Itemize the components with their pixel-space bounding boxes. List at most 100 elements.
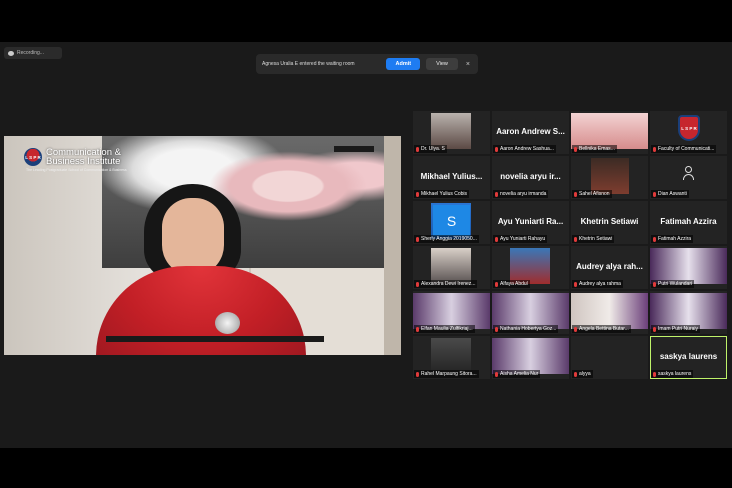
participant-display-name: novelia aryu ir... (500, 172, 561, 181)
participant-tile[interactable]: Angela Bettina Butar... (571, 291, 648, 334)
participant-tile[interactable]: Nathania Hobertya Goz... (492, 291, 569, 334)
participant-name: Elfan Maulia Zulfikriaj... (421, 326, 473, 332)
participant-name: Sahel Afisnon (579, 191, 610, 197)
participant-tile[interactable]: novelia aryu ir... novelia aryu irmanda (492, 156, 569, 199)
participant-tile[interactable]: Alexandra Dewi Irenez... (413, 246, 490, 289)
gallery-grid: Dr. Ulya. S Aaron Andrew S... Aaron Andrew… (413, 111, 730, 379)
participant-display-name: Ayu Yuniarti Ra... (497, 217, 564, 226)
muted-mic-icon (653, 146, 656, 152)
participant-tile[interactable]: Imam Putri Nuraiy (650, 291, 727, 334)
muted-mic-icon (416, 281, 419, 287)
participant-name: Fatimah Azzira (658, 236, 692, 242)
speaker-face (162, 198, 224, 276)
participant-name: Audrey alya rahma (579, 281, 621, 287)
participant-video (492, 293, 569, 329)
participant-name-label: Ayu Yuniarti Rahayu (493, 235, 548, 243)
participant-tile[interactable]: Alfaya Abdul (492, 246, 569, 289)
participant-name: Dian Aswanti (658, 191, 687, 197)
waiting-room-notification: Agnesa Uralia E entered the waiting room… (256, 54, 478, 74)
muted-mic-icon (574, 281, 577, 287)
participant-display-name: Mikhael Yulius... (420, 172, 483, 181)
muted-mic-icon (495, 191, 498, 197)
recording-indicator[interactable]: Recording... (4, 47, 62, 59)
participant-name-label: Mikhael Yulius Cobis (414, 190, 470, 198)
muted-mic-icon (416, 326, 419, 332)
muted-mic-icon (653, 326, 656, 332)
participant-name-label: Sahel Afisnon (572, 190, 612, 198)
lspr-logo: L S P R Communication & Business Institu… (24, 148, 121, 166)
participant-video (413, 293, 490, 329)
participant-name: alyya (579, 371, 591, 377)
participant-tile[interactable]: Elfan Maulia Zulfikriaj... (413, 291, 490, 334)
muted-mic-icon (495, 236, 498, 242)
participant-tile[interactable]: Dian Aswanti (650, 156, 727, 199)
participant-name: Angela Bettina Butar... (579, 326, 629, 332)
muted-mic-icon (653, 236, 656, 242)
participant-display-name: Audrey alya rah... (576, 262, 643, 271)
participant-name-label: Audrey alya rahma (572, 280, 623, 288)
participant-tile[interactable]: Putri Wulandari (650, 246, 727, 289)
muted-mic-icon (495, 281, 498, 287)
participant-name-label: saskya laurens (651, 370, 694, 378)
muted-mic-icon (653, 371, 656, 377)
muted-mic-icon (574, 191, 577, 197)
muted-mic-icon (495, 146, 498, 152)
participant-name: Mikhael Yulius Cobis (421, 191, 468, 197)
participant-name: Ayu Yuniarti Rahayu (500, 236, 546, 242)
redaction-bar (334, 146, 374, 152)
participant-name-label: Elfan Maulia Zulfikriaj... (414, 325, 475, 333)
participant-name: Faculty of Communicati... (658, 146, 715, 152)
muted-mic-icon (653, 191, 656, 197)
participant-tile[interactable]: Audrey alya rah... Audrey alya rahma (571, 246, 648, 289)
participant-name: Aaron Andrew Sashua... (500, 146, 554, 152)
speaker-brooch (215, 312, 240, 334)
participant-tile[interactable]: Sahel Afisnon (571, 156, 648, 199)
close-icon[interactable]: × (464, 61, 472, 68)
muted-mic-icon (495, 326, 498, 332)
participant-tile[interactable]: Rahel Marpaung Sitora... (413, 336, 490, 379)
person-avatar-icon (683, 166, 694, 180)
participant-tile[interactable]: Mikhael Yulius... Mikhael Yulius Cobis (413, 156, 490, 199)
participant-name-label: Imam Putri Nuraiy (651, 325, 701, 333)
muted-mic-icon (574, 236, 577, 242)
participant-tile[interactable]: alyya (571, 336, 648, 379)
muted-mic-icon (653, 281, 656, 287)
main-speaker-video[interactable]: L S P R Communication & Business Institu… (4, 136, 401, 355)
logo-line-2: Business Institute (46, 156, 121, 167)
participant-tile[interactable]: Fatimah Azzira Fatimah Azzira (650, 201, 727, 244)
muted-mic-icon (574, 371, 577, 377)
participant-name: Putri Wulandari (658, 281, 693, 287)
admit-button[interactable]: Admit (386, 58, 421, 70)
participant-video (591, 158, 629, 194)
participant-name: Dr. Ulya. S (421, 146, 445, 152)
participant-tile[interactable]: Aaron Andrew S... Aaron Andrew Sashua... (492, 111, 569, 154)
participant-tile[interactable]: L S P R Faculty of Communicati... (650, 111, 727, 154)
participant-name-label: Dr. Ulya. S (414, 145, 447, 153)
participant-tile[interactable]: Aisha Amelia Nur (492, 336, 569, 379)
participant-name: Imam Putri Nuraiy (658, 326, 699, 332)
lspr-shield-icon: L S P R (24, 148, 42, 166)
participant-name: Bellnika Emas... (579, 146, 615, 152)
participant-display-name: saskya laurens (659, 352, 718, 361)
logo-wordmark: Communication & Business Institute (46, 148, 121, 167)
participant-tile[interactable]: Bellnika Emas... (571, 111, 648, 154)
redaction-bar (106, 336, 324, 342)
participant-name-label: Bellnika Emas... (572, 145, 617, 153)
lspr-shield-icon: L S P R (678, 115, 700, 141)
participant-tile[interactable]: Ayu Yuniarti Ra... Ayu Yuniarti Rahayu (492, 201, 569, 244)
participant-tile[interactable]: Khetrin Setiawi Khetrin Setiawi (571, 201, 648, 244)
participant-name-label: Alfaya Abdul (493, 280, 530, 288)
participant-name: Sherly Anggia 2019050... (421, 236, 477, 242)
participant-video (571, 293, 648, 329)
participant-name: Nathania Hobertya Goz... (500, 326, 557, 332)
view-button[interactable]: View (426, 58, 458, 70)
participant-tile[interactable]: Dr. Ulya. S (413, 111, 490, 154)
participant-name-label: Nathania Hobertya Goz... (493, 325, 559, 333)
participant-display-name: Khetrin Setiawi (580, 217, 639, 226)
logo-tagline: The Leading Postgraduate School of Commu… (26, 168, 127, 172)
participant-video (431, 113, 471, 149)
participant-tile[interactable]: saskya laurens saskya laurens (650, 336, 727, 379)
participant-name-label: Rahel Marpaung Sitora... (414, 370, 479, 378)
participant-tile[interactable]: S Sherly Anggia 2019050... (413, 201, 490, 244)
participant-video (431, 248, 471, 284)
